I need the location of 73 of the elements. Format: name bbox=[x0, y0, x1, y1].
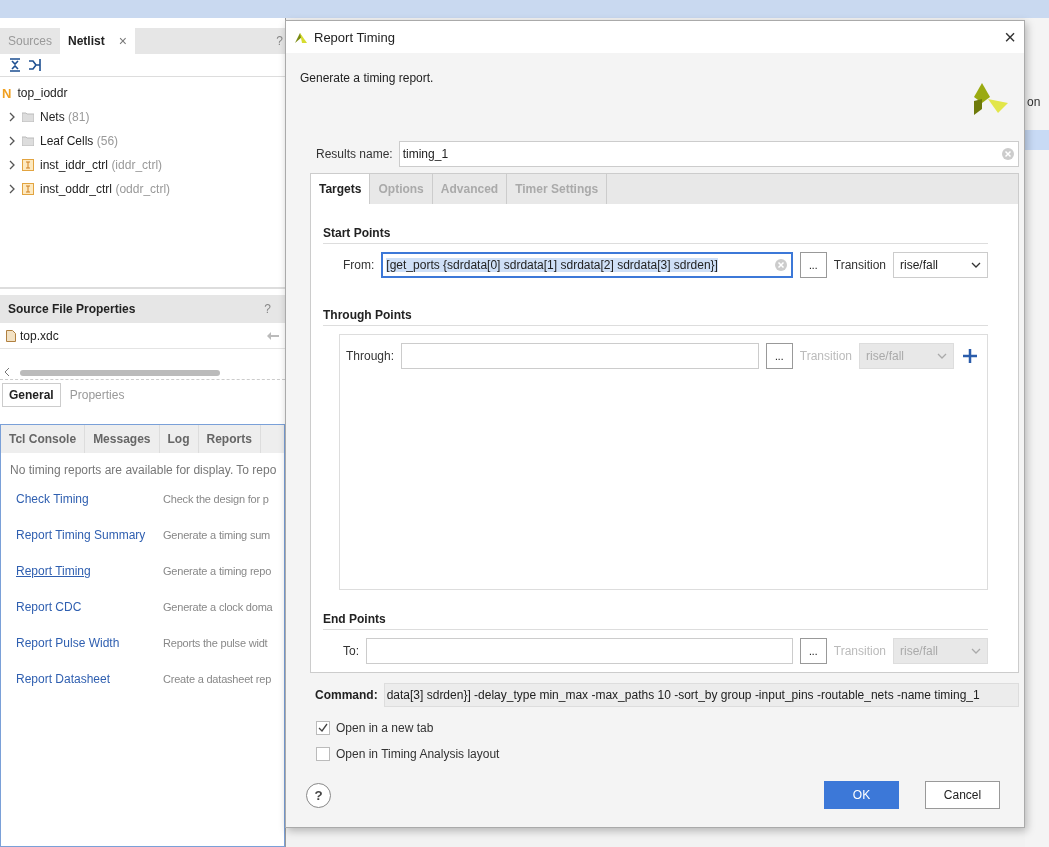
file-icon bbox=[6, 329, 16, 342]
report-description: Check the design for p bbox=[163, 493, 270, 505]
dialog-title: Report Timing bbox=[314, 29, 395, 45]
report-description: Reports the pulse widt bbox=[163, 637, 269, 649]
chevron-icon[interactable] bbox=[8, 136, 16, 146]
report-link[interactable]: Report Timing bbox=[16, 564, 163, 578]
tree-item[interactable]: Nets (81) bbox=[40, 110, 90, 124]
report-description: Create a datasheet rep bbox=[163, 673, 273, 685]
dialog-button[interactable]: OK bbox=[824, 781, 899, 809]
command-field[interactable]: data[3] sdrden}] -delay_type min_max -max_paths 10 -sort_by group -input_pins -routable_nets -name timing_1 bbox=[383, 683, 1019, 707]
chevron-down-icon bbox=[971, 262, 981, 268]
checkbox-label: Open in a new tab bbox=[336, 721, 434, 735]
console-tab[interactable]: Messages bbox=[85, 425, 160, 453]
chevron-down-icon bbox=[971, 648, 981, 654]
section-heading: End Points bbox=[323, 590, 988, 630]
file-name: top.xdc bbox=[20, 328, 59, 343]
report-link[interactable]: Check Timing bbox=[16, 492, 163, 506]
panel-tab[interactable]: Netlist × bbox=[60, 28, 135, 54]
report-link[interactable]: Report Pulse Width bbox=[16, 636, 163, 650]
checkbox[interactable] bbox=[316, 721, 330, 735]
section-heading: Start Points bbox=[323, 204, 988, 244]
points-field[interactable]: [get_ports {sdrdata[0] sdrdata[1] sdrdata[2] sdrdata[3] sdrden}] bbox=[381, 252, 793, 278]
panel-title: Source File Properties bbox=[8, 302, 136, 316]
field-label: Results name: bbox=[316, 147, 393, 161]
netlist-badge-icon: N bbox=[2, 85, 12, 101]
console-tab[interactable]: Tcl Console bbox=[1, 425, 86, 453]
expand-all-icon[interactable] bbox=[28, 58, 42, 72]
chevron-icon[interactable] bbox=[8, 184, 16, 194]
info-message: No timing reports are available for display. To repo bbox=[9, 462, 278, 479]
chevron-icon[interactable] bbox=[8, 160, 16, 170]
cell-icon bbox=[22, 183, 34, 195]
field-label: To: bbox=[343, 644, 359, 658]
tree-item[interactable]: inst_oddr_ctrl (oddr_ctrl) bbox=[40, 182, 171, 196]
transition-dropdown[interactable]: rise/fall bbox=[893, 252, 988, 278]
results-name-field[interactable]: timing_1 bbox=[398, 141, 1019, 167]
browse-button[interactable]: ... bbox=[799, 252, 827, 278]
tree-item[interactable]: Leaf Cells (56) bbox=[40, 134, 119, 148]
section-heading: Through Points bbox=[323, 286, 988, 326]
chevron-icon[interactable] bbox=[8, 112, 16, 122]
collapse-all-icon[interactable] bbox=[8, 58, 22, 72]
report-description: Generate a timing repo bbox=[163, 565, 273, 577]
report-link[interactable]: Report Datasheet bbox=[16, 672, 163, 686]
dialog-button[interactable]: Cancel bbox=[925, 781, 1000, 809]
folder-icon bbox=[22, 136, 34, 146]
close-icon[interactable]: × bbox=[118, 33, 127, 49]
report-link[interactable]: Report Timing Summary bbox=[16, 528, 163, 542]
column-header: on bbox=[1026, 94, 1042, 111]
console-tab[interactable]: Log bbox=[159, 425, 199, 453]
dialog-description: Generate a timing report. bbox=[300, 71, 434, 87]
logo-icon bbox=[974, 83, 1008, 115]
report-description: Generate a timing sum bbox=[163, 529, 272, 541]
transition-label: Transition bbox=[799, 349, 852, 363]
chevron-down-icon bbox=[937, 353, 947, 359]
tree-item[interactable]: inst_iddr_ctrl (iddr_ctrl) bbox=[40, 158, 163, 172]
checkbox[interactable] bbox=[316, 747, 330, 761]
checkbox-label: Open in Timing Analysis layout bbox=[336, 747, 500, 761]
transition-label: Transition bbox=[833, 258, 886, 272]
console-tab[interactable]: Reports bbox=[198, 425, 261, 453]
report-link[interactable]: Report CDC bbox=[16, 600, 163, 614]
help-button[interactable]: ? bbox=[306, 782, 331, 808]
cell-icon bbox=[22, 159, 34, 171]
scroll-left-icon[interactable] bbox=[4, 368, 10, 376]
tree-item[interactable]: top_ioddr bbox=[17, 86, 68, 100]
properties-tab[interactable]: General bbox=[2, 383, 61, 407]
dialog-tab[interactable]: Targets bbox=[311, 174, 371, 204]
scrollbar-thumb[interactable] bbox=[20, 370, 220, 376]
field-label: From: bbox=[343, 258, 375, 272]
transition-label: Transition bbox=[833, 644, 886, 658]
close-icon[interactable]: × bbox=[1004, 25, 1016, 49]
field-label: Command: bbox=[315, 688, 378, 702]
folder-icon bbox=[22, 112, 34, 122]
report-description: Generate a clock doma bbox=[163, 601, 274, 613]
field-label: Through: bbox=[346, 349, 395, 363]
